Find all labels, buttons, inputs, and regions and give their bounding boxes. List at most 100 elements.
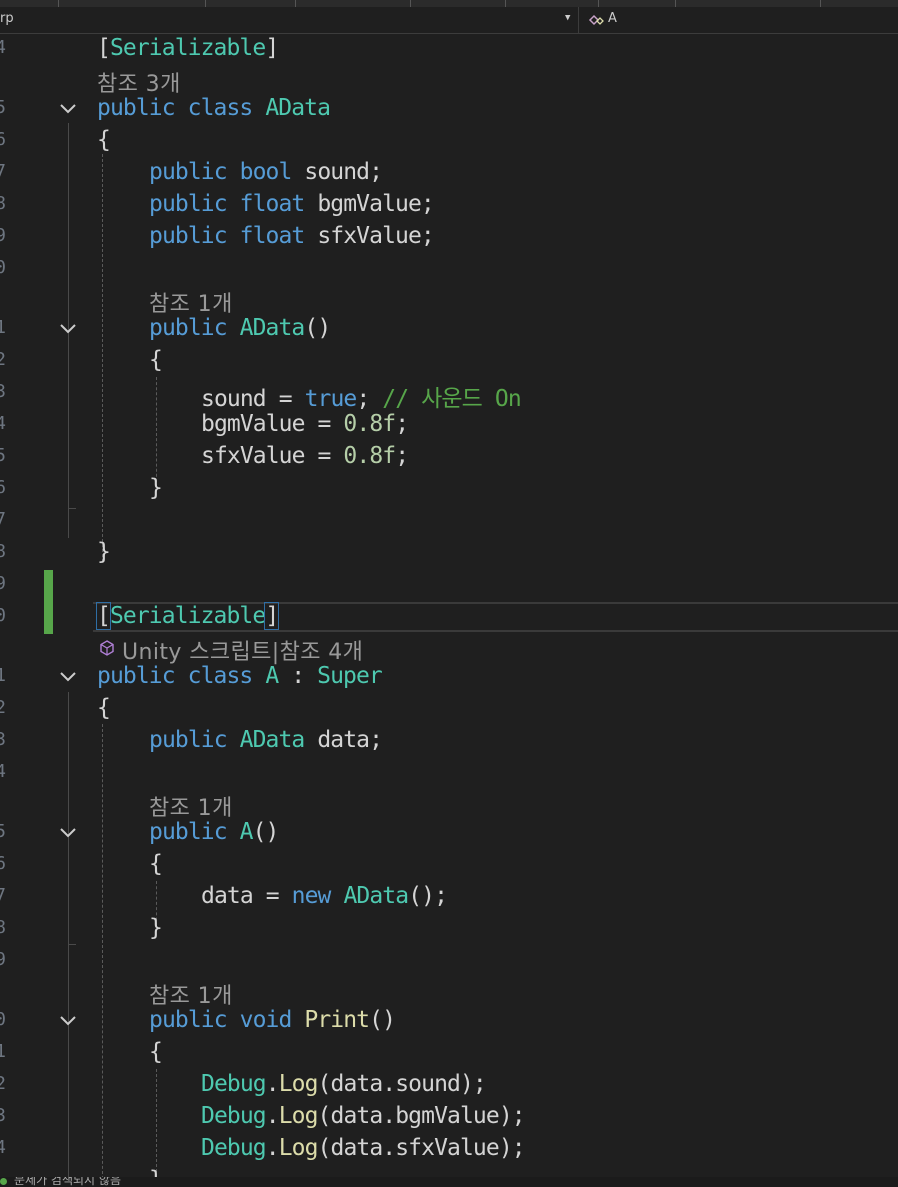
line-number: 0 xyxy=(0,1009,6,1030)
type-dropdown[interactable]: A xyxy=(582,7,898,33)
collapse-chevron-icon[interactable] xyxy=(58,1014,78,1028)
open-brace: { xyxy=(97,127,111,153)
assignment: sfxValue = 0.8f; xyxy=(201,443,409,469)
line-number: 0 xyxy=(0,605,6,626)
codelens-line: Unity 스크립트|참조 4개 xyxy=(0,632,898,665)
code-line: 8 public float bgmValue; xyxy=(0,190,898,220)
line-number: 4 xyxy=(0,761,6,782)
line-number: 0 xyxy=(0,257,6,278)
field-declaration: public float bgmValue; xyxy=(149,191,435,217)
code-line: 7 public bool sound; xyxy=(0,158,898,188)
line-number: 5 xyxy=(0,445,6,466)
open-brace: { xyxy=(97,695,111,721)
method-call: Debug.Log(data.sfxValue); xyxy=(201,1135,526,1161)
code-line: 5 public A() xyxy=(0,818,898,848)
fold-guide-end xyxy=(68,944,76,945)
close-brace: } xyxy=(149,475,163,501)
tab-separator xyxy=(598,0,599,7)
code-editor[interactable]: 4 [Serializable] 참조 3개 5 public class AD… xyxy=(0,34,898,1177)
code-line-current: 0 [Serializable] xyxy=(0,602,898,632)
collapse-chevron-icon[interactable] xyxy=(58,670,78,684)
code-line: 1 public class A : Super xyxy=(0,662,898,692)
line-number: 7 xyxy=(0,161,6,182)
code-line: 2 Debug.Log(data.sound); xyxy=(0,1070,898,1100)
open-brace: { xyxy=(149,1039,163,1065)
project-dropdown[interactable]: rp ▼ xyxy=(0,7,579,33)
code-line: 2 { xyxy=(0,346,898,376)
constructor-declaration: public AData() xyxy=(149,315,331,341)
line-number: 1 xyxy=(0,665,6,686)
collapse-chevron-icon[interactable] xyxy=(58,826,78,840)
code-line: 7 xyxy=(0,506,898,536)
code-line: 0 xyxy=(0,254,898,284)
issues-status[interactable]: 문제가 검색되지 않음 xyxy=(14,1177,121,1187)
project-name: rp xyxy=(0,11,14,26)
line-number: 2 xyxy=(0,1073,6,1094)
class-declaration: public class A : Super xyxy=(97,663,383,689)
line-number: 5 xyxy=(0,97,6,118)
assignment: sound = true; // 사운드 On xyxy=(201,386,522,412)
line-number: 9 xyxy=(0,949,6,970)
line-number: 1 xyxy=(0,1041,6,1062)
status-bar: 문제가 검색되지 않음 xyxy=(0,1177,898,1187)
code-line: 1 { xyxy=(0,1038,898,1068)
code-line: 3 public AData data; xyxy=(0,726,898,756)
line-number: 3 xyxy=(0,1105,6,1126)
line-number: 8 xyxy=(0,193,6,214)
line-number: 5 xyxy=(0,821,6,842)
method-declaration: public void Print() xyxy=(149,1007,396,1033)
close-brace: } xyxy=(97,539,111,565)
line-number: 9 xyxy=(0,573,6,594)
field-declaration: public bool sound; xyxy=(149,159,383,185)
close-brace: } xyxy=(149,915,163,941)
line-number: 9 xyxy=(0,225,6,246)
line-number: 4 xyxy=(0,413,6,434)
line-number: 6 xyxy=(0,129,6,150)
constructor-declaration: public A() xyxy=(149,819,279,845)
class-declaration: public class AData xyxy=(97,95,331,121)
collapse-chevron-icon[interactable] xyxy=(58,322,78,336)
line-number: 6 xyxy=(0,853,6,874)
line-number: 7 xyxy=(0,885,6,906)
line-number: 6 xyxy=(0,477,6,498)
code-line: 8 } xyxy=(0,538,898,568)
tab-separator xyxy=(675,0,676,7)
navigation-bar: rp ▼ A xyxy=(0,7,898,34)
code-line: 3 sound = true; // 사운드 On xyxy=(0,378,898,412)
code-line: 5 sfxValue = 0.8f; xyxy=(0,442,898,472)
code-line: 1 public AData() xyxy=(0,314,898,344)
codelens-line: 참조 1개 xyxy=(0,788,898,821)
line-number: 4 xyxy=(0,37,6,58)
tab-separator xyxy=(505,0,506,7)
code-line: 8 } xyxy=(0,914,898,944)
field-declaration: public float sfxValue; xyxy=(149,223,435,249)
code-line: 4 [Serializable] xyxy=(0,34,898,64)
tab-separator xyxy=(295,0,296,7)
code-line: 4 bgmValue = 0.8f; xyxy=(0,410,898,440)
class-icon xyxy=(588,14,604,26)
method-call: Debug.Log(data.sound); xyxy=(201,1071,487,1097)
codelens-line: 참조 1개 xyxy=(0,976,898,1009)
unity-icon xyxy=(100,640,114,656)
line-number: 3 xyxy=(0,381,6,402)
chevron-down-icon[interactable]: ▼ xyxy=(565,13,570,23)
code-line: 6 { xyxy=(0,850,898,880)
tab-strip xyxy=(0,0,898,7)
line-number: 2 xyxy=(0,697,6,718)
code-line: } xyxy=(0,1166,898,1177)
attribute-line: [Serializable] xyxy=(96,602,280,630)
codelens-line: 참조 1개 xyxy=(0,284,898,317)
codelens-line: 참조 3개 xyxy=(0,64,898,97)
no-issues-icon xyxy=(0,1178,7,1185)
attribute-line: [Serializable] xyxy=(97,35,279,61)
code-line: 9 xyxy=(0,570,898,600)
line-number: 8 xyxy=(0,917,6,938)
line-number: 4 xyxy=(0,1137,6,1158)
code-line: 3 Debug.Log(data.bgmValue); xyxy=(0,1102,898,1132)
field-declaration: public AData data; xyxy=(149,727,383,753)
line-number: 2 xyxy=(0,349,6,370)
code-line: 9 xyxy=(0,946,898,976)
code-line: 6 { xyxy=(0,126,898,156)
line-number: 8 xyxy=(0,541,6,562)
collapse-chevron-icon[interactable] xyxy=(58,102,78,116)
